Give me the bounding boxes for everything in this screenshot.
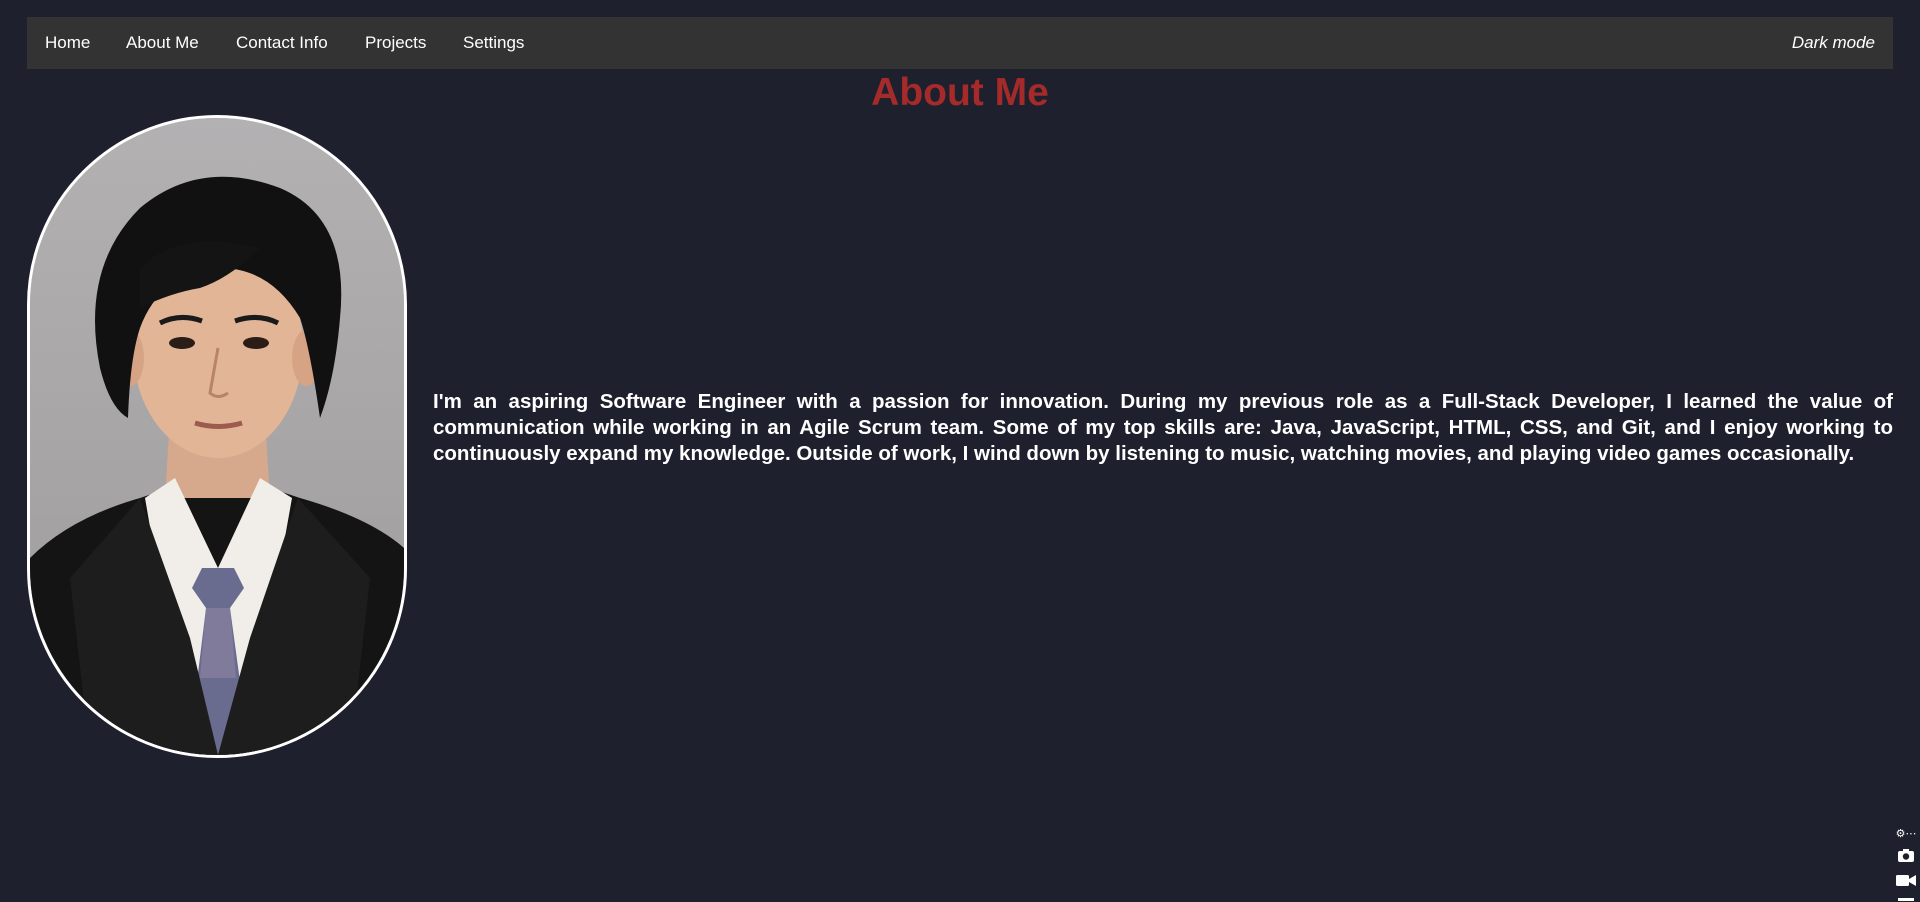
page-title: About Me	[871, 71, 1049, 114]
toolbar-divider	[1898, 898, 1914, 901]
more-icon[interactable]: ⚙⋯	[1894, 828, 1918, 840]
nav-link-settings[interactable]: Settings	[463, 17, 524, 69]
video-icon[interactable]	[1894, 874, 1918, 890]
nav-link-about-me[interactable]: About Me	[126, 17, 199, 69]
portrait-image	[30, 118, 404, 755]
nav-link-contact-info[interactable]: Contact Info	[236, 17, 328, 69]
profile-photo	[27, 115, 407, 758]
camera-icon[interactable]	[1894, 848, 1918, 866]
side-toolbar: ⚙⋯	[1892, 828, 1920, 901]
navbar: Home About Me Contact Info Projects Sett…	[27, 17, 1893, 69]
nav-link-projects[interactable]: Projects	[365, 17, 426, 69]
dark-mode-toggle[interactable]: Dark mode	[1792, 17, 1875, 69]
about-bio: I'm an aspiring Software Engineer with a…	[433, 390, 1893, 465]
nav-link-home[interactable]: Home	[45, 17, 90, 69]
